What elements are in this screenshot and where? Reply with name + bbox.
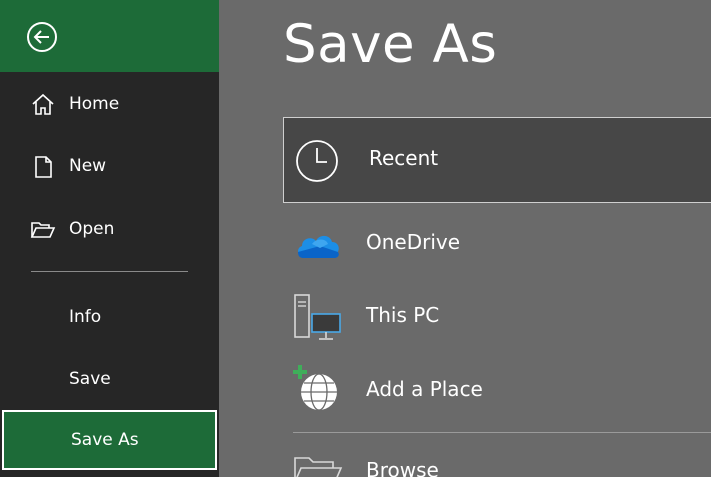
location-label: OneDrive	[366, 230, 461, 254]
clock-icon	[296, 140, 338, 182]
this-pc-icon	[294, 294, 341, 340]
add-place-globe-icon	[293, 365, 337, 411]
sidebar-item-label: Home	[69, 94, 120, 114]
location-item-recent[interactable]: Recent	[283, 117, 711, 203]
location-label: This PC	[366, 303, 440, 327]
sidebar-item-open[interactable]: Open	[0, 203, 219, 255]
location-item-onedrive[interactable]: OneDrive	[283, 218, 711, 270]
locations-divider	[293, 432, 711, 433]
location-item-browse[interactable]: Browse	[283, 440, 711, 477]
sidebar-divider	[31, 271, 188, 272]
back-arrow-icon	[27, 22, 57, 52]
sidebar-item-home[interactable]: Home	[0, 78, 219, 130]
new-document-icon	[35, 156, 52, 178]
sidebar-item-info[interactable]: Info	[0, 291, 219, 343]
onedrive-cloud-icon	[298, 235, 339, 258]
back-button[interactable]	[26, 21, 58, 53]
browse-folder-icon	[294, 457, 343, 477]
sidebar-item-save[interactable]: Save	[0, 353, 219, 405]
location-label: Add a Place	[366, 377, 483, 401]
sidebar-item-label: Save	[69, 369, 111, 389]
sidebar-item-label: Info	[69, 307, 102, 327]
back-bar	[0, 0, 219, 72]
location-label: Recent	[369, 146, 439, 170]
backstage-sidebar: Home New Open Info Save Save As	[0, 0, 219, 477]
sidebar-item-label: Save As	[71, 430, 139, 450]
location-label: Browse	[366, 458, 439, 477]
sidebar-item-save-as[interactable]: Save As	[2, 410, 217, 470]
open-folder-icon	[30, 222, 56, 238]
location-item-add-a-place[interactable]: Add a Place	[283, 362, 711, 420]
sidebar-item-label: New	[69, 156, 107, 176]
page-title: Save As	[283, 14, 498, 75]
home-icon	[32, 93, 54, 115]
sidebar-item-new[interactable]: New	[0, 140, 219, 192]
location-item-this-pc[interactable]: This PC	[283, 288, 711, 346]
sidebar-item-label: Open	[69, 219, 115, 239]
